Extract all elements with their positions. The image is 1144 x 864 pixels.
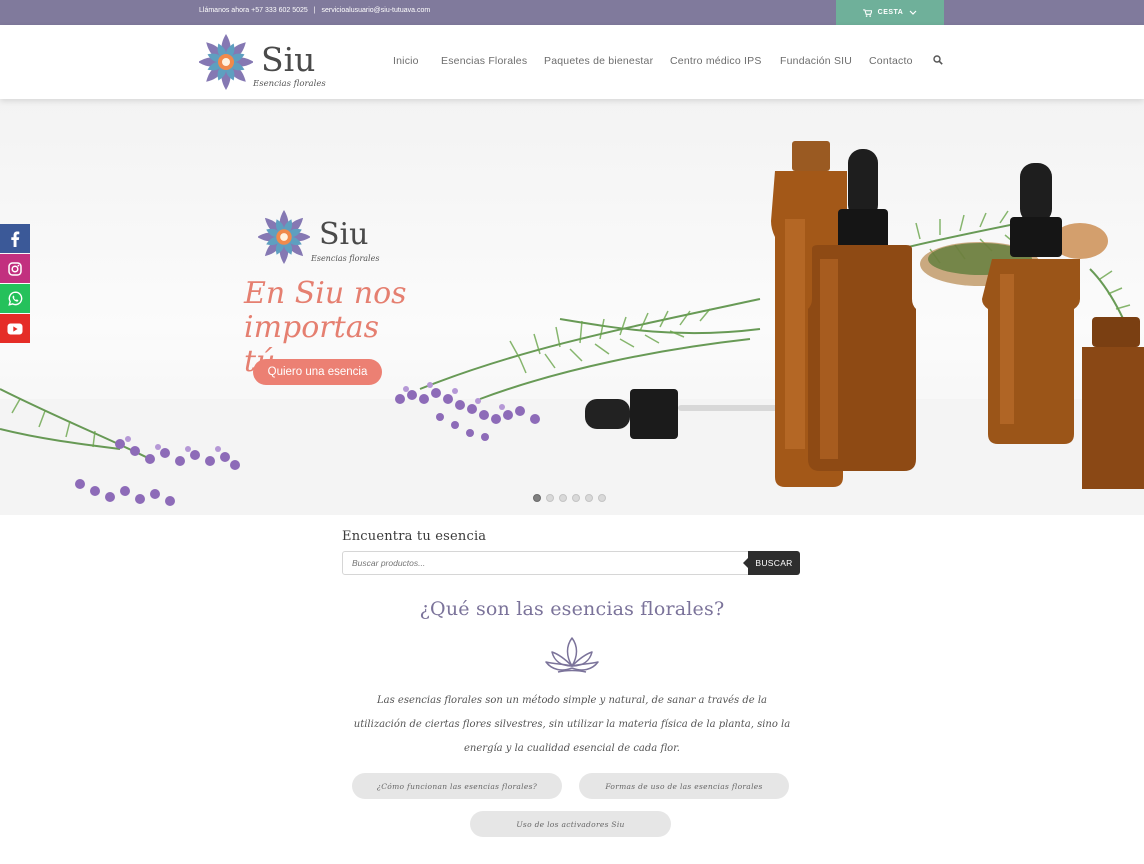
instagram-link[interactable]	[0, 254, 30, 283]
hero-brand-tagline: Esencias florales	[311, 254, 380, 263]
slider-dot-1[interactable]	[533, 494, 541, 502]
slider-dot-4[interactable]	[572, 494, 580, 502]
slider-pagination	[533, 494, 606, 502]
hero-background-image	[0, 141, 1144, 515]
cart-label: CESTA	[877, 9, 904, 16]
slider-dot-3[interactable]	[559, 494, 567, 502]
nav-item-fundacion[interactable]: Fundación SIU	[780, 55, 852, 67]
usage-forms-button[interactable]: Formas de uso de las esencias florales	[579, 773, 789, 799]
hero-logo: Siu Esencias florales	[258, 209, 388, 269]
facebook-link[interactable]	[0, 224, 30, 253]
about-section-title: ¿Qué son las esencias florales?	[419, 598, 725, 620]
cart-icon	[862, 8, 872, 17]
phone-text[interactable]: Llámanos ahora +57 333 602 5025	[199, 7, 308, 14]
hero-slider: Siu Esencias florales En Siu nos importa…	[0, 99, 1144, 515]
lotus-flower-icon	[545, 637, 599, 673]
instagram-icon	[8, 261, 22, 276]
cart-button[interactable]: CESTA	[836, 0, 944, 25]
top-bar: Llámanos ahora +57 333 602 5025 | servic…	[0, 0, 1144, 25]
activators-usage-button[interactable]: Uso de los activadores Siu	[470, 811, 671, 837]
brand-name: Siu	[261, 40, 316, 79]
youtube-icon	[7, 323, 23, 334]
slider-dot-6[interactable]	[598, 494, 606, 502]
nav-item-contacto[interactable]: Contacto	[869, 55, 913, 67]
search-icon[interactable]	[933, 55, 943, 65]
whatsapp-icon	[7, 291, 22, 306]
nav-item-paquetes[interactable]: Paquetes de bienestar	[544, 55, 653, 67]
about-description: Las esencias florales son un método simp…	[353, 695, 791, 754]
search-button[interactable]: BUSCAR	[743, 551, 800, 575]
slider-dot-2[interactable]	[546, 494, 554, 502]
search-section-title: Encuentra tu esencia	[342, 529, 487, 544]
site-header: Siu Esencias florales Inicio Esencias Fl…	[0, 25, 1144, 99]
youtube-link[interactable]	[0, 314, 30, 343]
chevron-down-icon	[909, 10, 917, 15]
contact-info: Llámanos ahora +57 333 602 5025 | servic…	[199, 7, 430, 14]
site-logo[interactable]: Siu Esencias florales	[199, 33, 329, 93]
product-search-input[interactable]	[342, 551, 750, 575]
nav-item-esencias-florales[interactable]: Esencias Florales	[441, 55, 527, 67]
slider-dot-5[interactable]	[585, 494, 593, 502]
email-link[interactable]: servicioalusuario@siu-tutuava.com	[322, 7, 431, 14]
hero-cta-button[interactable]: Quiero una esencia	[253, 359, 382, 385]
lotus-mandala-icon	[199, 34, 253, 90]
nav-item-inicio[interactable]: Inicio	[393, 55, 419, 67]
contact-separator: |	[313, 7, 316, 14]
brand-tagline: Esencias florales	[253, 79, 326, 89]
lotus-mandala-icon	[258, 210, 310, 264]
nav-item-centro-medico[interactable]: Centro médico IPS	[670, 55, 762, 67]
whatsapp-link[interactable]	[0, 284, 30, 313]
how-it-works-button[interactable]: ¿Cómo funcionan las esencias florales?	[352, 773, 562, 799]
facebook-icon	[11, 231, 20, 247]
hero-brand-name: Siu	[319, 217, 369, 252]
social-sidebar	[0, 224, 30, 344]
